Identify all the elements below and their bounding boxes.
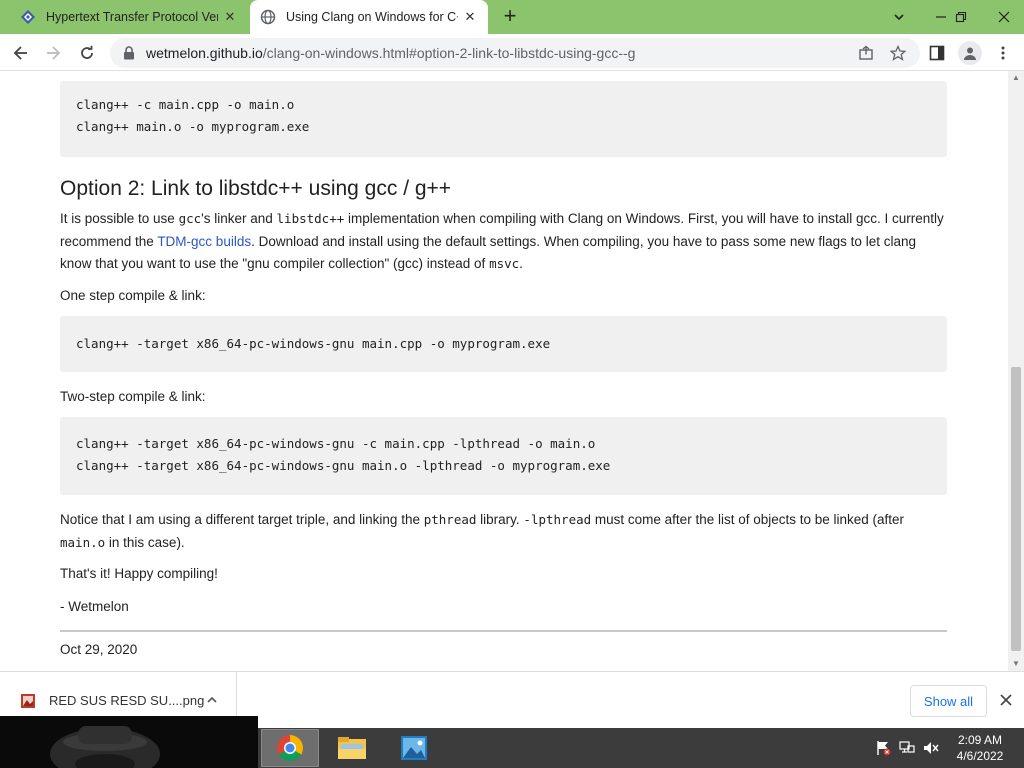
bookmark-star-icon[interactable] (889, 44, 907, 62)
tab-title: Hypertext Transfer Protocol Versi (46, 10, 218, 24)
notice-paragraph: Notice that I am using a different targe… (60, 509, 950, 554)
post-date: Oct 29, 2020 (60, 642, 138, 657)
address-bar[interactable]: wetmelon.github.io/clang-on-windows.html… (110, 38, 920, 68)
close-window-icon[interactable] (984, 0, 1024, 34)
inline-code: main.o (60, 534, 106, 550)
tab-clang-windows[interactable]: Using Clang on Windows for C++ ✕ (250, 0, 488, 34)
inline-code: libstdc++ (276, 211, 345, 226)
file-explorer-taskbar-button[interactable] (323, 729, 381, 767)
one-step-label: One step compile & link: (60, 288, 206, 303)
system-clock[interactable]: 2:09 AM 4/6/2022 (950, 732, 1010, 764)
text: It is possible to use (60, 211, 179, 226)
code-block-one-step: clang++ -target x86_64-pc-windows-gnu ma… (60, 316, 947, 372)
restore-icon[interactable] (944, 0, 978, 34)
inline-code: pthread (423, 512, 477, 527)
network-icon[interactable] (898, 739, 916, 757)
show-all-button[interactable]: Show all (910, 685, 987, 717)
tab-search-chevron-icon[interactable] (882, 0, 916, 34)
tab-http-protocol[interactable]: Hypertext Transfer Protocol Versi ✕ (8, 0, 248, 34)
menu-kebab-icon[interactable] (994, 44, 1012, 62)
scroll-up-arrow-icon[interactable]: ▲ (1008, 71, 1024, 85)
tab-strip: Hypertext Transfer Protocol Versi ✕ Usin… (0, 0, 1024, 34)
tdm-gcc-link[interactable]: TDM-gcc builds (157, 234, 251, 249)
reload-icon[interactable] (74, 40, 100, 66)
scroll-down-arrow-icon[interactable]: ▼ (1008, 657, 1024, 671)
url-path: /clang-on-windows.html#option-2-link-to-… (262, 45, 636, 61)
lock-icon[interactable] (122, 46, 136, 60)
clock-date: 4/6/2022 (956, 749, 1004, 763)
chrome-taskbar-button[interactable] (261, 729, 319, 767)
code-block-two-step: clang++ -target x86_64-pc-windows-gnu -c… (60, 417, 947, 495)
side-panel-icon[interactable] (928, 44, 946, 62)
tab-title: Using Clang on Windows for C++ (286, 10, 458, 24)
profile-avatar-icon[interactable] (958, 41, 982, 65)
divider (60, 630, 947, 632)
code-block-manual: clang++ -c main.cpp -o main.o clang++ ma… (60, 81, 947, 157)
action-center-flag-icon[interactable] (874, 739, 892, 757)
download-file-name: RED SUS RESD SU....png (49, 693, 205, 708)
signature: - Wetmelon (60, 599, 129, 614)
text: 's linker and (201, 211, 277, 226)
code-line: clang++ -c main.cpp -o main.o (76, 97, 295, 112)
code-line: clang++ main.o -o myprogram.exe (76, 119, 310, 134)
scroll-thumb[interactable] (1011, 367, 1021, 651)
photos-taskbar-button[interactable] (385, 729, 443, 767)
volume-muted-icon[interactable] (922, 739, 940, 757)
back-arrow-icon[interactable] (8, 40, 34, 66)
windows-taskbar: 2:09 AM 4/6/2022 (0, 716, 1024, 768)
section-heading: Option 2: Link to libstdc++ using gcc / … (60, 177, 452, 200)
close-icon[interactable]: ✕ (222, 9, 238, 25)
vertical-scrollbar[interactable]: ▲ ▼ (1008, 71, 1024, 671)
globe-icon (260, 9, 276, 25)
intro-paragraph: It is possible to use gcc's linker and l… (60, 208, 950, 276)
code-line: clang++ -target x86_64-pc-windows-gnu -c… (76, 436, 596, 451)
forward-arrow-icon[interactable] (40, 40, 66, 66)
text: in this case). (105, 534, 185, 550)
text: library. (476, 512, 524, 527)
two-step-label: Two-step compile & link: (60, 389, 206, 404)
browser-toolbar: wetmelon.github.io/clang-on-windows.html… (0, 34, 1024, 71)
inline-code: msvc (489, 256, 520, 271)
code-line: clang++ -target x86_64-pc-windows-gnu ma… (76, 458, 611, 473)
close-icon[interactable]: ✕ (462, 9, 478, 25)
text: . (519, 256, 523, 271)
text: Notice that I am using a different targe… (60, 512, 424, 527)
folder-icon (338, 737, 366, 759)
url-text: wetmelon.github.io/clang-on-windows.html… (146, 45, 635, 61)
share-icon[interactable] (857, 44, 875, 62)
chrome-icon (277, 735, 304, 762)
url-host: wetmelon.github.io (146, 45, 263, 61)
photo-viewer-icon (401, 736, 427, 760)
new-tab-button[interactable]: + (498, 5, 522, 29)
text: must come after the list of objects to b… (591, 512, 905, 527)
close-icon[interactable] (996, 690, 1016, 710)
code-line: clang++ -target x86_64-pc-windows-gnu ma… (76, 336, 551, 351)
chevron-up-icon[interactable] (204, 692, 220, 708)
diamond-site-icon (20, 9, 36, 25)
inline-code: gcc (178, 211, 202, 226)
start-button-photo[interactable] (0, 716, 258, 768)
image-file-icon (20, 693, 36, 709)
clock-time: 2:09 AM (957, 733, 1003, 747)
page-content: clang++ -c main.cpp -o main.o clang++ ma… (0, 71, 1008, 671)
closing-line: That's it! Happy compiling! (60, 566, 218, 581)
inline-code: -lpthread (523, 512, 592, 527)
